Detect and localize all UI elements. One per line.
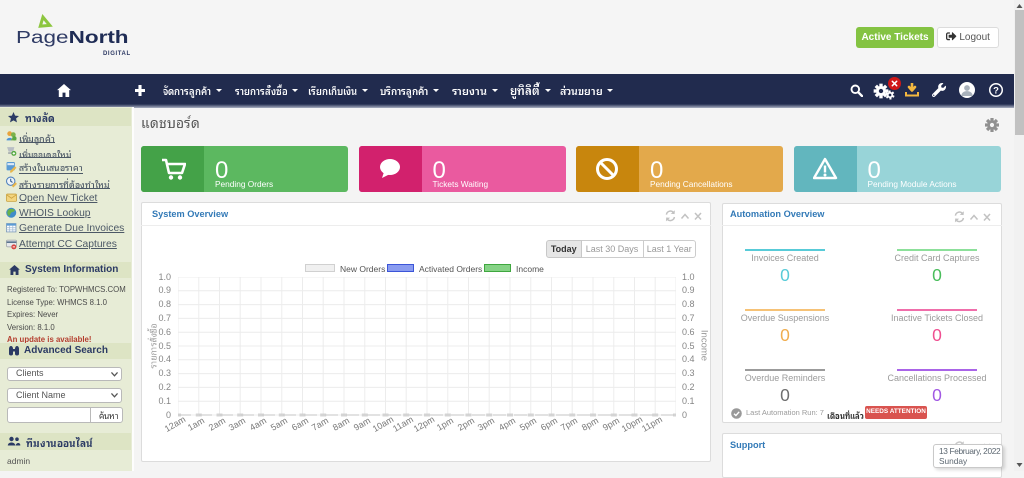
svg-text:?: ? — [993, 85, 999, 96]
